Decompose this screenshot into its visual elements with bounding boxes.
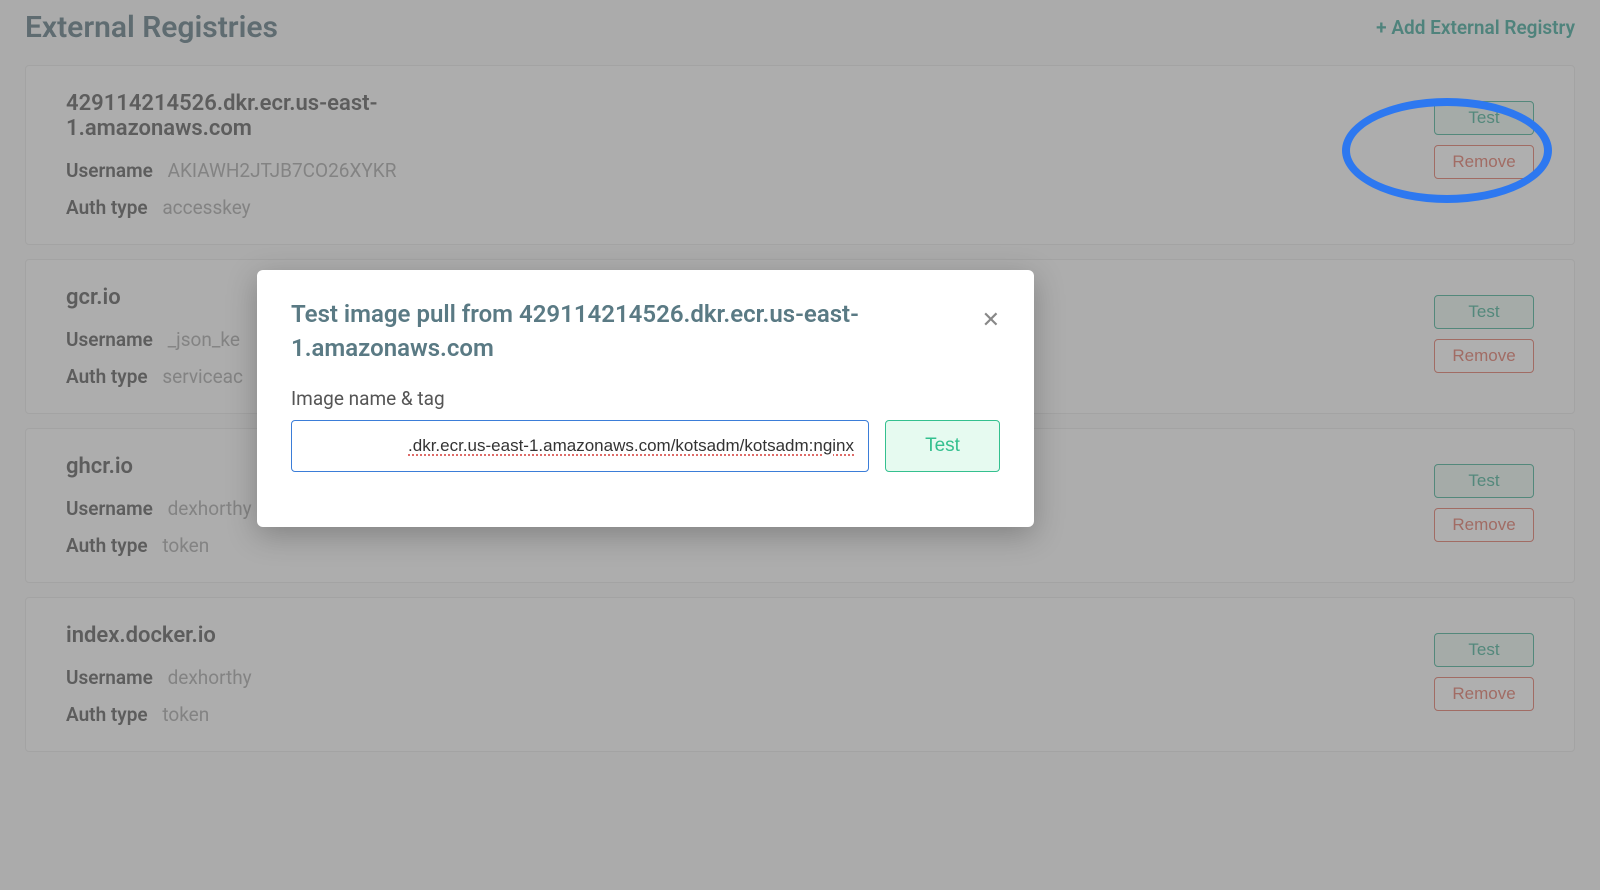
username-label: Username: [66, 497, 153, 520]
authtype-value: token: [162, 703, 209, 726]
modal-test-button[interactable]: Test: [885, 420, 1000, 472]
username-value: dexhorthy: [168, 497, 252, 520]
page-title: External Registries: [25, 10, 278, 45]
close-icon[interactable]: ✕: [982, 308, 1000, 333]
test-button[interactable]: Test: [1434, 464, 1534, 498]
remove-button[interactable]: Remove: [1434, 677, 1534, 711]
authtype-label: Auth type: [66, 365, 148, 388]
modal-title: Test image pull from 429114214526.dkr.ec…: [291, 298, 931, 365]
authtype-label: Auth type: [66, 534, 148, 557]
remove-button[interactable]: Remove: [1434, 339, 1534, 373]
registry-host: 429114214526.dkr.ecr.us-east-1.amazonaws…: [66, 91, 396, 141]
test-button[interactable]: Test: [1434, 295, 1534, 329]
authtype-value: token: [162, 534, 209, 557]
image-name-tag-label: Image name & tag: [291, 387, 1000, 410]
remove-button[interactable]: Remove: [1434, 145, 1534, 179]
authtype-value: accesskey: [162, 196, 250, 219]
remove-button[interactable]: Remove: [1434, 508, 1534, 542]
registry-card: index.docker.io Username dexhorthy Auth …: [25, 597, 1575, 752]
image-name-tag-input[interactable]: [291, 420, 869, 472]
test-button[interactable]: Test: [1434, 101, 1534, 135]
username-value: _json_ke: [168, 328, 240, 351]
registry-host: index.docker.io: [66, 623, 396, 648]
username-value: dexhorthy: [168, 666, 252, 689]
username-value: AKIAWH2JTJB7CO26XYKR: [168, 159, 397, 182]
username-label: Username: [66, 159, 153, 182]
username-label: Username: [66, 666, 153, 689]
authtype-label: Auth type: [66, 703, 148, 726]
registry-card: 429114214526.dkr.ecr.us-east-1.amazonaws…: [25, 65, 1575, 245]
authtype-label: Auth type: [66, 196, 148, 219]
authtype-value: serviceac: [162, 365, 243, 388]
username-label: Username: [66, 328, 153, 351]
add-external-registry-link[interactable]: + Add External Registry: [1376, 16, 1575, 39]
test-button[interactable]: Test: [1434, 633, 1534, 667]
test-image-pull-modal: Test image pull from 429114214526.dkr.ec…: [257, 270, 1034, 527]
